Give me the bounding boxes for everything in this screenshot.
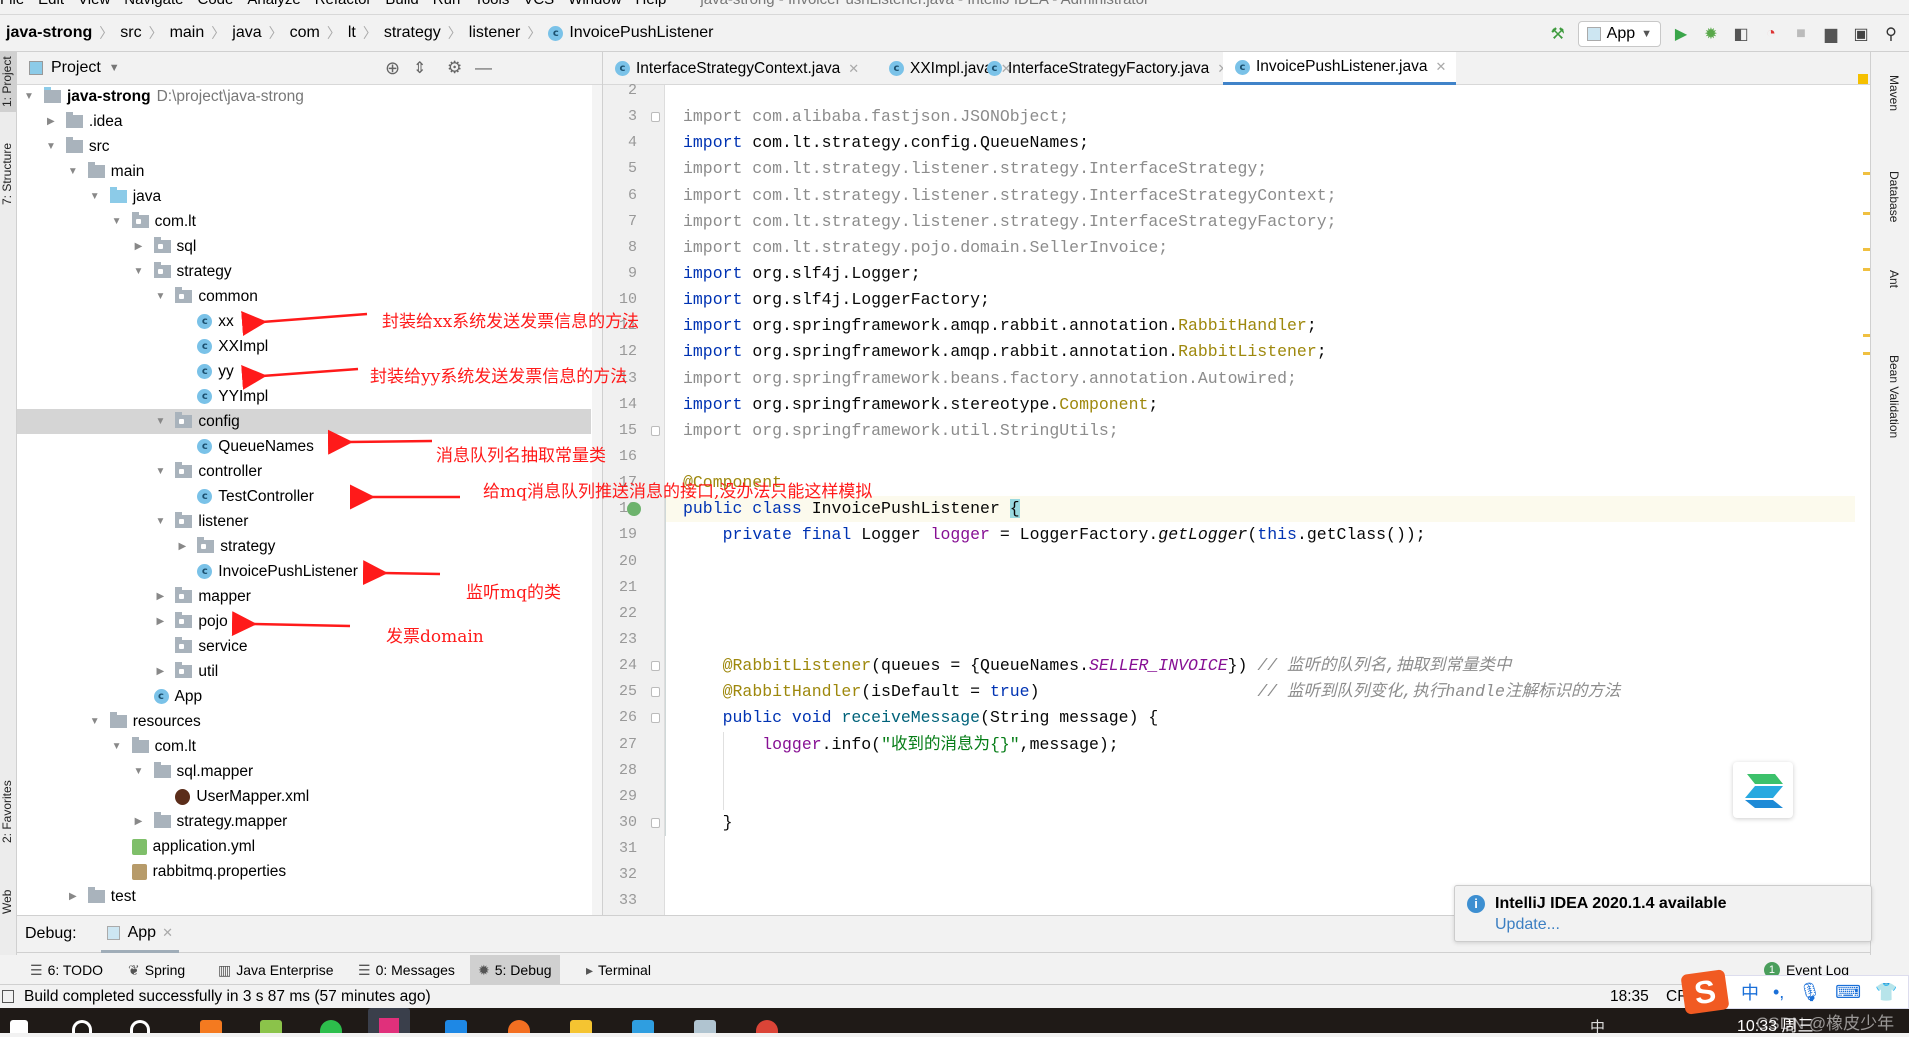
wechat-icon[interactable] bbox=[320, 1020, 342, 1033]
ime-punct-toggle[interactable]: •, bbox=[1773, 982, 1784, 1003]
tool-window-bar: ☰ 6: TODO ❦ Spring ▥ Java Enterprise ☰ 0: Messa… bbox=[0, 955, 1909, 985]
info-icon: i bbox=[1467, 895, 1485, 913]
file-explorer-icon[interactable] bbox=[570, 1020, 592, 1033]
intellij-taskbar-button[interactable] bbox=[368, 1008, 410, 1033]
spring-leaf-icon: ❦ bbox=[128, 961, 140, 978]
firefox-icon[interactable] bbox=[200, 1020, 222, 1033]
toolwindow-terminal[interactable]: ▸ Terminal bbox=[578, 955, 659, 985]
toolwindow-label: Spring bbox=[144, 962, 186, 978]
watermark: CSDN @橡皮少年 bbox=[1756, 1014, 1895, 1033]
annotation-arrow bbox=[327, 429, 433, 455]
annotation-text: 监听mq的类 bbox=[466, 583, 562, 603]
debug-tab-app[interactable]: App ✕ bbox=[100, 915, 179, 953]
update-link[interactable]: Update... bbox=[1495, 916, 1560, 934]
annotation-arrow bbox=[241, 364, 359, 390]
close-icon[interactable]: ✕ bbox=[162, 925, 173, 941]
search-icon[interactable] bbox=[72, 1020, 92, 1033]
messages-icon: ☰ bbox=[358, 961, 371, 978]
annotation-arrow bbox=[362, 560, 441, 586]
status-toggle-icon[interactable] bbox=[2, 990, 14, 1003]
keyboard-icon[interactable]: ⌨ bbox=[1835, 982, 1861, 1003]
list-icon: ☰ bbox=[30, 961, 43, 978]
annotation-text: 封装给xx系统发送发票信息的方法 bbox=[382, 312, 640, 332]
photos-icon[interactable] bbox=[632, 1020, 654, 1033]
annotation-arrows bbox=[231, 311, 460, 637]
toolwindow-spring[interactable]: ❦ Spring bbox=[120, 955, 193, 985]
toolwindow-5-debug[interactable]: ✹ 5: Debug bbox=[470, 955, 560, 985]
app-icon[interactable] bbox=[508, 1020, 530, 1033]
bug-icon: ✹ bbox=[478, 961, 490, 978]
annotation-arrow bbox=[241, 311, 368, 336]
toolwindow-6-todo[interactable]: ☰ 6: TODO bbox=[22, 955, 111, 985]
app-icon[interactable] bbox=[694, 1020, 716, 1033]
app-icon[interactable] bbox=[445, 1020, 467, 1033]
skin-shirt-icon[interactable]: 👕 bbox=[1875, 982, 1897, 1003]
java-enterprise-icon: ▥ bbox=[218, 961, 232, 978]
windows-start-icon[interactable] bbox=[10, 1020, 28, 1033]
app-config-icon bbox=[106, 925, 120, 940]
microphone-icon[interactable]: 🎙 bbox=[1798, 982, 1821, 1003]
toolwindow-label: 6: TODO bbox=[47, 962, 104, 978]
toolwindow-label: 0: Messages bbox=[375, 962, 455, 978]
debug-label: Debug: bbox=[25, 925, 77, 942]
annotation-arrow bbox=[231, 611, 351, 637]
chrome-icon[interactable] bbox=[756, 1020, 778, 1033]
toolwindow-0-messages[interactable]: ☰ 0: Messages bbox=[350, 955, 463, 985]
task-view-icon[interactable] bbox=[130, 1020, 150, 1033]
terminal-icon: ▸ bbox=[586, 961, 594, 978]
sogou-logo-icon[interactable]: S bbox=[1680, 969, 1730, 1015]
windows-taskbar: 中 10:33 周三 CSDN @橡皮少年 bbox=[0, 1008, 1909, 1036]
toolwindow-java-enterprise[interactable]: ▥ Java Enterprise bbox=[210, 955, 342, 985]
toolwindow-label: Java Enterprise bbox=[236, 962, 334, 978]
status-message: Build completed successfully in 3 s 87 m… bbox=[24, 987, 431, 1005]
ime-lang-toggle[interactable]: 中 bbox=[1741, 979, 1759, 1005]
debug-tab-label: App bbox=[127, 923, 157, 941]
status-bar: Build completed successfully in 3 s 87 m… bbox=[0, 985, 1909, 1008]
notification-title: IntelliJ IDEA 2020.1.4 available bbox=[1495, 895, 1727, 912]
annotation-text: 消息队列名抽取常量类 bbox=[436, 446, 606, 466]
app-icon[interactable] bbox=[260, 1020, 282, 1033]
toolwindow-label: Terminal bbox=[598, 962, 651, 978]
annotation-text: 封装给yy系统发送发票信息的方法 bbox=[370, 367, 628, 387]
toolwindow-label: 5: Debug bbox=[494, 962, 552, 978]
ime-toolbar: S 中 •, 🎙 ⌨ 👕 ✤ bbox=[1680, 969, 1909, 1015]
update-notification: i IntelliJ IDEA 2020.1.4 available Updat… bbox=[1454, 885, 1872, 942]
annotation-text: 给mq消息队列推送消息的接口,没办法只能这样模拟 bbox=[483, 482, 873, 502]
ime-indicator[interactable]: 中 bbox=[1590, 1016, 1605, 1037]
caret-position[interactable]: 18:35 bbox=[1610, 988, 1649, 1006]
annotation-text: 发票domain bbox=[386, 627, 484, 647]
